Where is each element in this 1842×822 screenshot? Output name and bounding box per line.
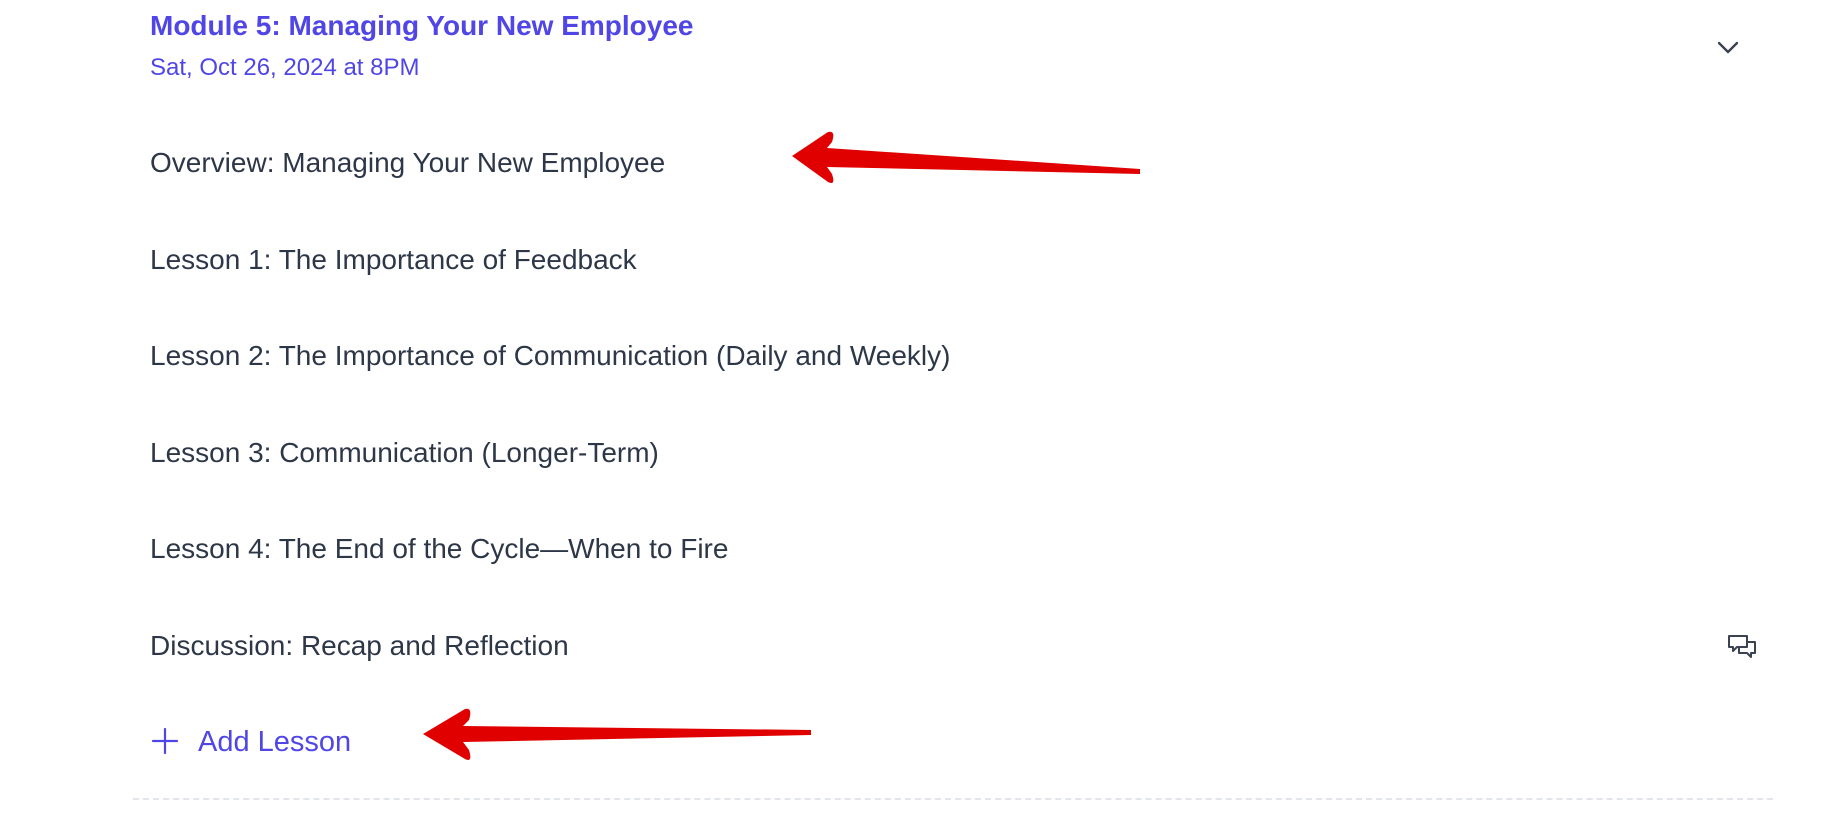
lesson-item-4[interactable]: Lesson 4: The End of the Cycle—When to F… — [150, 519, 1770, 579]
module-header[interactable]: Module 5: Managing Your New Employee Sat… — [150, 0, 1770, 100]
lesson-item-overview[interactable]: Overview: Managing Your New Employee — [150, 133, 1770, 193]
lesson-item-2[interactable]: Lesson 2: The Importance of Communicatio… — [150, 326, 1770, 386]
lesson-label: Lesson 1: The Importance of Feedback — [150, 244, 637, 275]
chevron-down-icon[interactable] — [1713, 32, 1743, 62]
plus-icon — [151, 728, 179, 755]
lesson-label: Lesson 2: The Importance of Communicatio… — [150, 340, 951, 371]
lesson-label: Lesson 3: Communication (Longer-Term) — [150, 437, 659, 468]
add-lesson-button[interactable]: Add Lesson — [150, 712, 351, 772]
module-title[interactable]: Module 5: Managing Your New Employee — [150, 8, 693, 44]
lesson-label: Discussion: Recap and Reflection — [150, 630, 569, 661]
module-date: Sat, Oct 26, 2024 at 8PM — [150, 54, 420, 81]
discussion-icon — [1728, 635, 1756, 658]
lesson-label: Lesson 4: The End of the Cycle—When to F… — [150, 533, 729, 564]
section-divider — [133, 798, 1773, 800]
lesson-item-1[interactable]: Lesson 1: The Importance of Feedback — [150, 230, 1770, 290]
lesson-item-3[interactable]: Lesson 3: Communication (Longer-Term) — [150, 423, 1770, 483]
lesson-label: Overview: Managing Your New Employee — [150, 147, 666, 178]
add-lesson-label: Add Lesson — [198, 726, 352, 758]
module-card: Module 5: Managing Your New Employee Sat… — [0, 0, 1842, 822]
lesson-item-discussion[interactable]: Discussion: Recap and Reflection — [150, 616, 1770, 676]
